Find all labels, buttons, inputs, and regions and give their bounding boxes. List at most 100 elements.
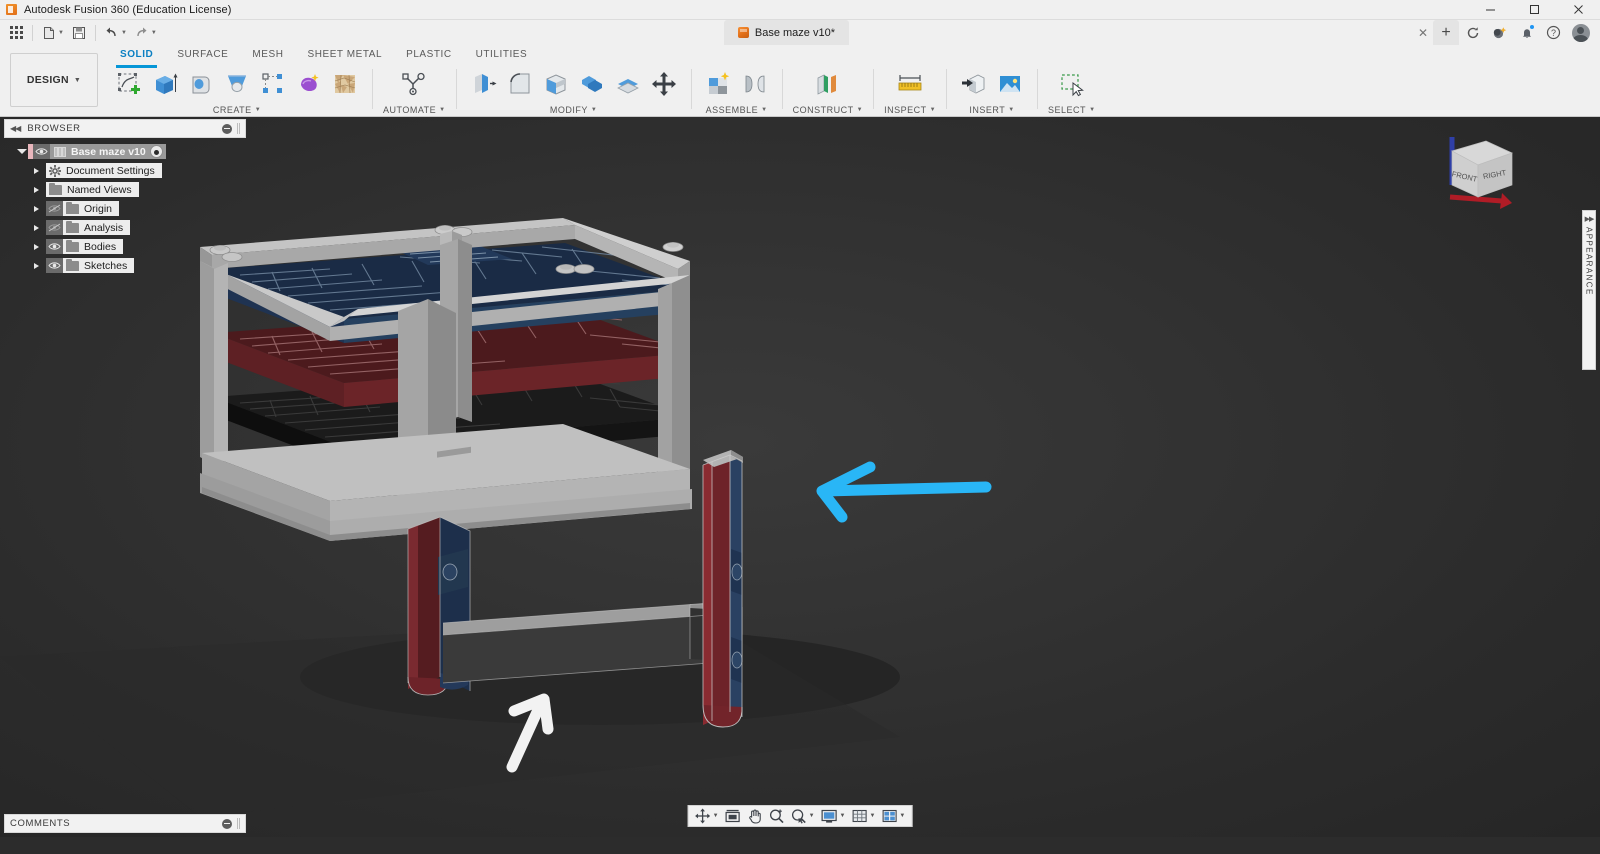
create-mesh-icon[interactable] <box>328 67 362 101</box>
pan-icon[interactable] <box>744 806 766 826</box>
offset-face-icon[interactable] <box>611 67 645 101</box>
tab-surface[interactable]: SURFACE <box>165 45 240 65</box>
extrude-icon[interactable] <box>148 67 182 101</box>
sidebar-item-document-settings[interactable]: Document Settings <box>0 161 250 180</box>
sidebar-item-bodies[interactable]: Bodies <box>0 237 250 256</box>
analysis-node[interactable]: Analysis <box>63 220 131 235</box>
origin-node[interactable]: Origin <box>63 201 120 216</box>
loft-icon[interactable] <box>220 67 254 101</box>
tab-utilities[interactable]: UTILITIES <box>464 45 540 65</box>
expand-icon[interactable] <box>30 180 42 199</box>
panel-create-label[interactable]: CREATE ▼ <box>213 103 261 117</box>
measure-icon[interactable] <box>891 67 929 101</box>
expand-icon[interactable] <box>30 218 42 237</box>
chevron-down-icon[interactable]: ▼ <box>713 813 719 819</box>
insert-derive-icon[interactable] <box>957 67 991 101</box>
panel-grip-icon[interactable] <box>237 123 240 134</box>
panel-minimize-icon[interactable] <box>222 123 232 134</box>
move-copy-icon[interactable] <box>647 67 681 101</box>
new-document-caret[interactable]: ▼ <box>58 30 64 36</box>
sidebar-item-origin[interactable]: Origin <box>0 199 250 218</box>
visibility-toggle-root[interactable] <box>33 144 50 159</box>
browser-collapse-icon[interactable]: ◀◀ <box>10 124 21 133</box>
expand-icon[interactable] <box>30 237 42 256</box>
new-component-icon[interactable] <box>702 67 736 101</box>
combine-icon[interactable] <box>575 67 609 101</box>
bodies-node[interactable]: Bodies <box>63 239 124 254</box>
window-close-button[interactable] <box>1556 0 1600 20</box>
sidebar-item-named-views[interactable]: Named Views <box>0 180 250 199</box>
named-views-node[interactable]: Named Views <box>46 182 139 197</box>
sketches-node[interactable]: Sketches <box>63 258 135 273</box>
appearance-expand-icon[interactable]: ▶▶ <box>1585 216 1595 223</box>
visibility-toggle-sketches[interactable] <box>46 258 63 273</box>
tab-solid[interactable]: SOLID <box>108 45 165 68</box>
select-window-icon[interactable] <box>1053 67 1091 101</box>
user-avatar[interactable] <box>1567 20 1594 45</box>
fillet-icon[interactable] <box>503 67 537 101</box>
undo-caret[interactable]: ▼ <box>121 30 127 36</box>
visibility-toggle-origin[interactable] <box>46 201 63 216</box>
chevron-down-icon[interactable]: ▼ <box>869 813 875 819</box>
appearance-panel-tab[interactable]: ▶▶ APPEARANCE <box>1582 210 1596 370</box>
panel-select-label[interactable]: SELECT ▼ <box>1048 103 1095 117</box>
visibility-toggle-bodies[interactable] <box>46 239 63 254</box>
create-sketch-icon[interactable] <box>112 67 146 101</box>
chevron-down-icon[interactable]: ▼ <box>840 813 846 819</box>
document-settings-node[interactable]: Document Settings <box>46 163 162 178</box>
close-tab-icon[interactable]: ✕ <box>1413 20 1433 45</box>
revolve-icon[interactable] <box>184 67 218 101</box>
help-icon[interactable]: ? <box>1540 20 1567 45</box>
activate-radio-icon[interactable] <box>149 145 163 158</box>
orbit-icon[interactable]: ▼ <box>692 806 722 826</box>
sidebar-item-analysis[interactable]: Analysis <box>0 218 250 237</box>
panel-inspect-label[interactable]: INSPECT ▼ <box>884 103 936 117</box>
redo-icon[interactable] <box>131 22 153 43</box>
tab-sheet-metal[interactable]: SHEET METAL <box>296 45 395 65</box>
construct-plane-icon[interactable] <box>809 67 847 101</box>
window-minimize-button[interactable] <box>1468 0 1512 20</box>
expand-icon[interactable] <box>30 161 42 180</box>
redo-caret[interactable]: ▼ <box>151 30 157 36</box>
fit-view-icon[interactable] <box>722 806 744 826</box>
joint-icon[interactable] <box>738 67 772 101</box>
panel-assemble-label[interactable]: ASSEMBLE ▼ <box>706 103 768 117</box>
chevron-down-icon[interactable]: ▼ <box>899 813 905 819</box>
app-grid-icon[interactable] <box>5 22 27 43</box>
grid-snaps-icon[interactable]: ▼ <box>848 806 878 826</box>
panel-insert-label[interactable]: INSERT ▼ <box>969 103 1014 117</box>
visibility-toggle-analysis[interactable] <box>46 220 63 235</box>
comments-panel[interactable]: COMMENTS <box>4 814 246 833</box>
sidebar-item-sketches[interactable]: Sketches <box>0 256 250 275</box>
viewport-layout-icon[interactable]: ▼ <box>878 806 908 826</box>
chevron-down-icon[interactable]: ▼ <box>809 813 815 819</box>
extensions-icon[interactable] <box>1486 20 1513 45</box>
workspace-switcher[interactable]: DESIGN ▼ <box>10 53 98 107</box>
display-settings-icon[interactable]: ▼ <box>818 806 849 826</box>
window-maximize-button[interactable] <box>1512 0 1556 20</box>
tab-mesh[interactable]: MESH <box>240 45 295 65</box>
zoom-icon[interactable] <box>766 806 788 826</box>
shell-icon[interactable] <box>539 67 573 101</box>
document-tab[interactable]: Base maze v10* <box>723 20 849 45</box>
panel-minimize-icon[interactable] <box>222 818 232 829</box>
press-pull-icon[interactable] <box>467 67 501 101</box>
new-document-icon[interactable] <box>38 22 60 43</box>
root-node[interactable]: Base maze v10 <box>50 144 166 159</box>
tree-row-root[interactable]: Base maze v10 <box>0 142 250 161</box>
expand-root-icon[interactable] <box>16 142 28 161</box>
save-icon[interactable] <box>68 22 90 43</box>
panel-construct-label[interactable]: CONSTRUCT ▼ <box>793 103 863 117</box>
notifications-bell-icon[interactable] <box>1513 20 1540 45</box>
zoom-window-icon[interactable]: ▼ <box>788 806 818 826</box>
panel-automate-label[interactable]: AUTOMATE ▼ <box>383 103 446 117</box>
viewport-3d[interactable]: ◀◀ BROWSER Base maze v10 Document Settin… <box>0 117 1600 837</box>
view-cube[interactable]: FRONT RIGHT <box>1428 127 1528 217</box>
undo-icon[interactable] <box>101 22 123 43</box>
expand-icon[interactable] <box>30 199 42 218</box>
new-tab-icon[interactable]: + <box>1433 20 1459 45</box>
expand-icon[interactable] <box>30 256 42 275</box>
panel-grip-icon[interactable] <box>237 818 240 829</box>
refresh-icon[interactable] <box>1459 20 1486 45</box>
tab-plastic[interactable]: PLASTIC <box>394 45 464 65</box>
